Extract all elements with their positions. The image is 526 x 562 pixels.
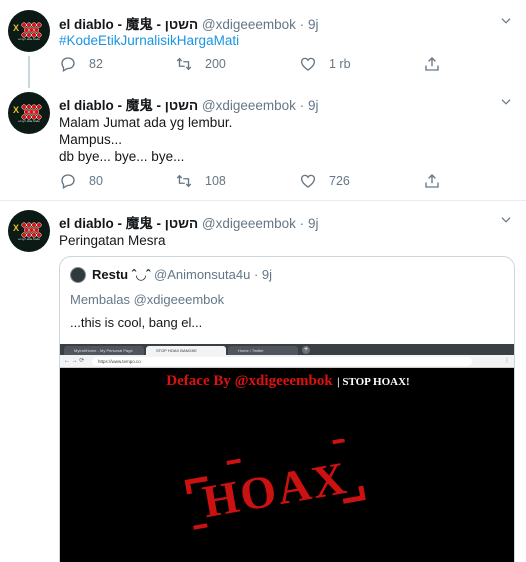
like-button[interactable]: 1 rb — [299, 55, 351, 73]
hashtag-link[interactable]: #KodeEtikJurnalisikHargaMati — [59, 33, 239, 48]
avatar-caption: el xyz elite hode — [18, 37, 40, 41]
display-name[interactable]: el diablo - 魔鬼 - השטן — [59, 98, 198, 113]
tweet-text-line: Mampus... — [59, 132, 123, 147]
chevron-down-icon[interactable] — [499, 14, 513, 28]
browser-toolbar: ← → ⟳ https://www.tempo.co ⋮ — [60, 355, 514, 368]
hoax-stamp-text: HOAX — [199, 452, 352, 528]
tweet-2[interactable]: X el xyz elite hode el diablo - 魔鬼 - השט… — [0, 84, 526, 200]
svg-text:X: X — [13, 223, 19, 233]
display-name: Restu ˆ◡ˆ — [92, 267, 151, 282]
separator-dot: · — [253, 267, 259, 282]
timestamp: 9j — [261, 267, 273, 282]
like-count: 726 — [329, 174, 350, 188]
tweet-text: #KodeEtikJurnalisikHargaMati — [59, 32, 239, 49]
avatar[interactable]: X el xyz elite hode — [8, 10, 50, 52]
reply-count: 82 — [89, 57, 103, 71]
user-handle[interactable]: @xdigeeembok — [202, 98, 296, 113]
reply-count: 80 — [89, 174, 103, 188]
avatar[interactable] — [70, 267, 86, 283]
timestamp[interactable]: 9j — [308, 98, 319, 113]
tweet-actions: 82 200 1 rb — [59, 55, 449, 77]
browser-tab-strip: MyIndiHome - My Personal Page STOP HOAX … — [60, 344, 514, 355]
quoted-tweet-text: ...this is cool, bang el... — [70, 315, 203, 330]
share-icon — [425, 174, 439, 188]
chevron-down-icon[interactable] — [499, 95, 513, 109]
retweet-button[interactable]: 200 — [175, 55, 226, 73]
reply-icon — [61, 57, 75, 72]
heart-icon — [300, 174, 316, 188]
deface-subtitle: | STOP HOAX! — [337, 376, 410, 388]
share-icon — [425, 57, 439, 71]
avatar[interactable]: X el xyz elite hode — [8, 210, 50, 252]
separator-dot: · — [299, 17, 305, 32]
browser-tab-active: STOP HOAX BANGKE — [146, 346, 226, 355]
quoted-tweet-header: Restu ˆ◡ˆ @Animonsuta4u · 9j — [92, 267, 272, 283]
like-button[interactable]: 726 — [299, 172, 350, 190]
tweet-text-line: Malam Jumat ada yg lembur. — [59, 115, 233, 130]
user-handle: @Animonsuta4u — [154, 267, 251, 282]
tweet-header: el diablo - 魔鬼 - השטן @xdigeeembok · 9j — [59, 13, 318, 33]
retweet-icon — [176, 174, 192, 188]
hoax-stamp-icon: HOAX — [184, 439, 366, 530]
user-handle[interactable]: @xdigeeembok — [202, 216, 296, 231]
chevron-down-icon[interactable] — [499, 213, 513, 227]
browser-tab: Home / Twitter — [228, 346, 298, 355]
separator-dot: · — [299, 98, 305, 113]
deface-banner: Deface By @xdigeeembok | STOP HOAX! — [60, 372, 514, 390]
retweet-count: 200 — [205, 57, 226, 71]
share-button[interactable] — [423, 55, 453, 73]
avatar-logo-icon: X — [13, 22, 42, 38]
timestamp[interactable]: 9j — [308, 216, 319, 231]
like-count: 1 rb — [329, 57, 351, 71]
quoted-tweet-card[interactable]: Restu ˆ◡ˆ @Animonsuta4u · 9j Membalas @x… — [59, 256, 515, 562]
retweet-count: 108 — [205, 174, 226, 188]
user-handle[interactable]: @xdigeeembok — [202, 17, 296, 32]
avatar-caption: el xyz elite hode — [18, 119, 40, 123]
display-name[interactable]: el diablo - 魔鬼 - השטן — [59, 17, 198, 32]
share-button[interactable] — [423, 172, 453, 190]
display-name[interactable]: el diablo - 魔鬼 - השטן — [59, 216, 198, 231]
avatar-logo-icon: X — [13, 104, 42, 120]
retweet-icon — [176, 57, 192, 71]
reply-button[interactable]: 82 — [59, 55, 103, 73]
reply-button[interactable]: 80 — [59, 172, 103, 190]
tweet-text: Peringatan Mesra — [59, 233, 166, 248]
timestamp[interactable]: 9j — [308, 17, 319, 32]
tweet-header: el diablo - 魔鬼 - השטן @xdigeeembok · 9j — [59, 212, 318, 232]
avatar-caption: el xyz elite hode — [18, 237, 40, 241]
svg-text:X: X — [13, 105, 19, 115]
tweet-text: Malam Jumat ada yg lembur. Mampus... db … — [59, 114, 232, 165]
separator-dot: · — [299, 216, 305, 231]
heart-icon — [300, 57, 316, 71]
avatar[interactable]: X el xyz elite hode — [8, 92, 50, 134]
tweet-1[interactable]: X el xyz elite hode el diablo - 魔鬼 - השט… — [0, 0, 526, 84]
tweet-actions: 80 108 726 — [59, 172, 449, 194]
browser-tab: MyIndiHome - My Personal Page — [64, 346, 144, 355]
retweet-button[interactable]: 108 — [175, 172, 226, 190]
reply-context: Membalas @xdigeeembok — [70, 292, 225, 307]
new-tab-icon: + — [302, 346, 310, 354]
reply-icon — [61, 174, 75, 189]
address-bar: https://www.tempo.co — [92, 357, 472, 366]
attached-screenshot[interactable]: MyIndiHome - My Personal Page STOP HOAX … — [60, 344, 514, 562]
deface-title: Deface By @xdigeeembok — [166, 373, 333, 389]
nav-arrows-icon: ← → ⟳ — [64, 358, 85, 364]
avatar-logo-icon: X — [13, 222, 42, 238]
menu-dots-icon: ⋮ — [504, 358, 510, 364]
tweet-text-line: db bye... bye... bye... — [59, 149, 185, 164]
svg-text:X: X — [13, 23, 19, 33]
tweet-header: el diablo - 魔鬼 - השטן @xdigeeembok · 9j — [59, 94, 318, 114]
